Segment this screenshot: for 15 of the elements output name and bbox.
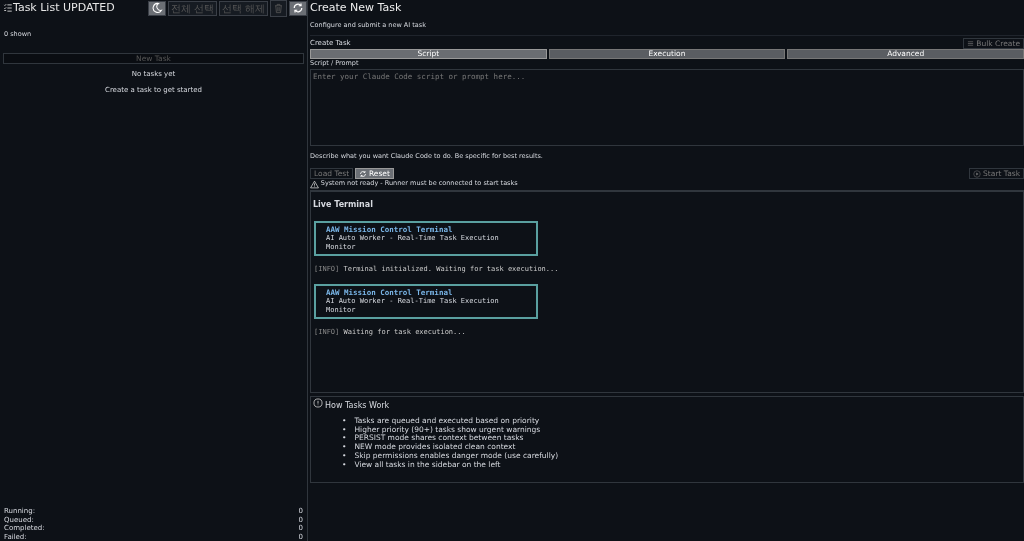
refresh-icon	[292, 2, 304, 14]
refresh-icon	[358, 169, 367, 178]
page-title: Create New Task	[310, 1, 403, 14]
moon-icon	[150, 2, 163, 14]
help-title: How Tasks Work	[325, 400, 390, 412]
list-icon	[967, 39, 975, 47]
trash-icon	[273, 2, 284, 14]
play-icon	[973, 169, 982, 178]
warning-icon	[310, 179, 319, 189]
info-icon	[313, 398, 323, 408]
theme-button[interactable]	[147, 0, 166, 16]
checklist-icon	[3, 3, 13, 13]
refresh-button[interactable]	[289, 0, 307, 16]
terminal-title: Live Terminal	[313, 199, 374, 211]
sidebar-title: Task List UPDATED	[13, 0, 115, 16]
